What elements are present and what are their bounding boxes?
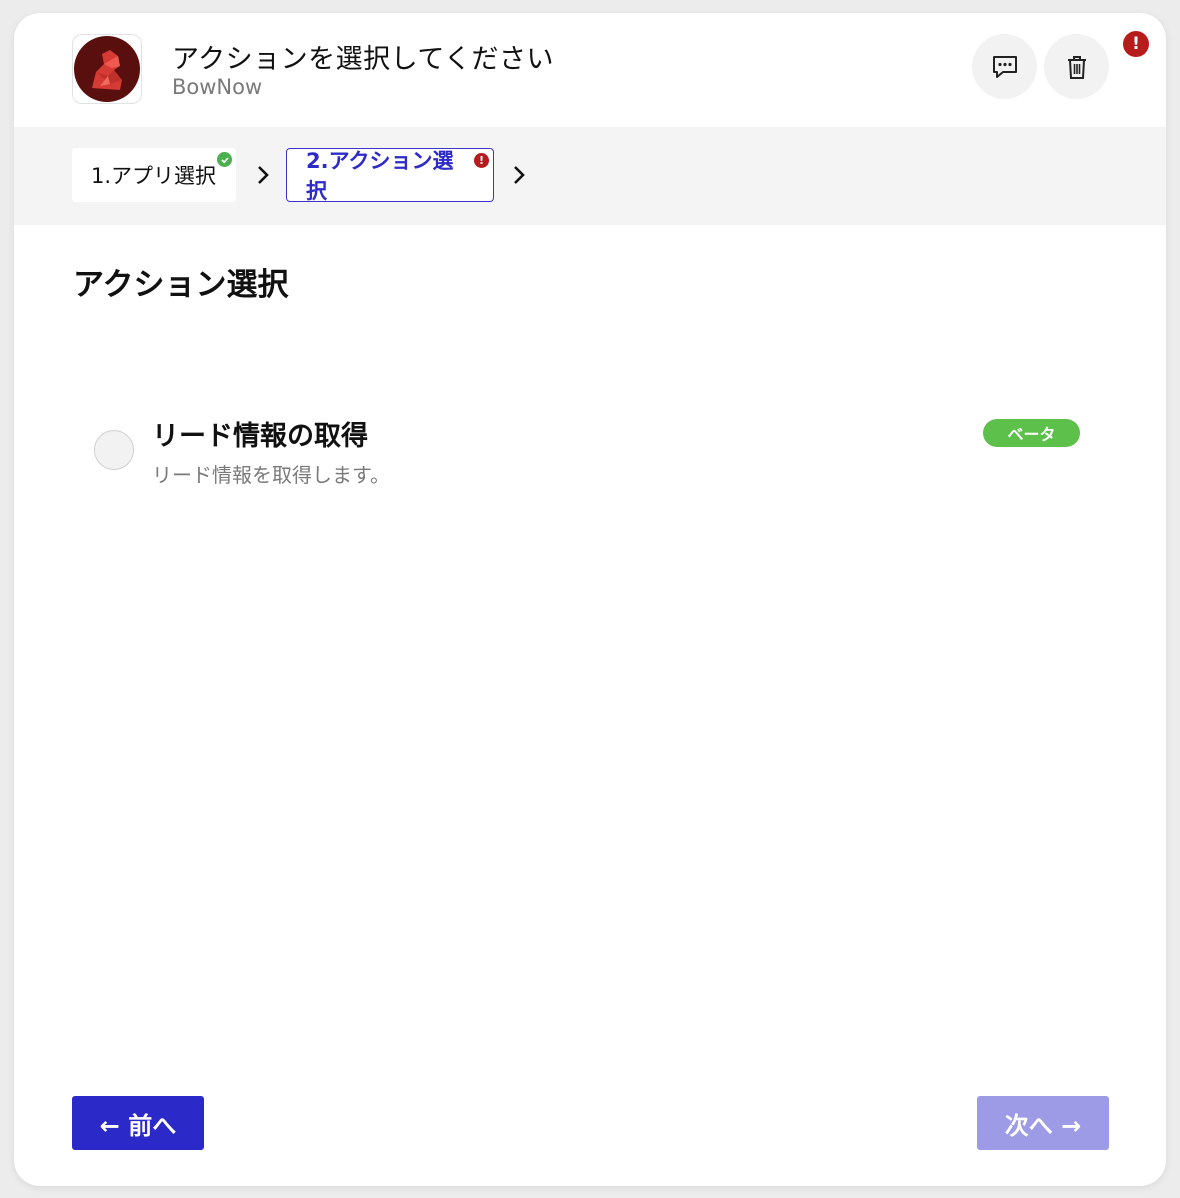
check-icon bbox=[217, 152, 232, 167]
step-label: 1.アプリ選択 bbox=[91, 164, 217, 188]
next-button[interactable]: 次へ → bbox=[977, 1096, 1109, 1150]
steps-breadcrumb: 1.アプリ選択 2.アクション選択 ! bbox=[14, 127, 1166, 225]
action-radio[interactable] bbox=[94, 430, 134, 470]
chevron-right-icon bbox=[258, 166, 269, 184]
section-title: アクション選択 bbox=[73, 267, 289, 303]
chevron-right-icon bbox=[514, 166, 525, 184]
action-option[interactable]: リード情報の取得 リード情報を取得します。 ベータ bbox=[72, 398, 1122, 508]
comment-button[interactable] bbox=[972, 34, 1037, 99]
dialog-header: アクションを選択してください BowNow ! bbox=[14, 13, 1166, 127]
alert-icon: ! bbox=[474, 153, 489, 168]
delete-button[interactable] bbox=[1044, 34, 1109, 99]
bownow-logo-icon bbox=[72, 34, 142, 104]
prev-button[interactable]: ← 前へ bbox=[72, 1096, 204, 1150]
step-label: 2.アクション選択 bbox=[306, 149, 454, 203]
action-select-dialog: アクションを選択してください BowNow ! 1.アプリ選択 2.アクション選… bbox=[14, 13, 1166, 1186]
action-description: リード情報を取得します。 bbox=[152, 463, 390, 487]
action-name: リード情報の取得 bbox=[152, 421, 368, 452]
comment-icon bbox=[992, 55, 1017, 78]
trash-icon bbox=[1067, 55, 1086, 79]
beta-badge: ベータ bbox=[983, 419, 1080, 447]
dialog-title: アクションを選択してください bbox=[172, 44, 555, 75]
step-app-select[interactable]: 1.アプリ選択 bbox=[72, 148, 236, 202]
step-action-select[interactable]: 2.アクション選択 ! bbox=[286, 148, 494, 203]
app-name: BowNow bbox=[172, 75, 263, 99]
alert-icon: ! bbox=[1123, 31, 1149, 57]
